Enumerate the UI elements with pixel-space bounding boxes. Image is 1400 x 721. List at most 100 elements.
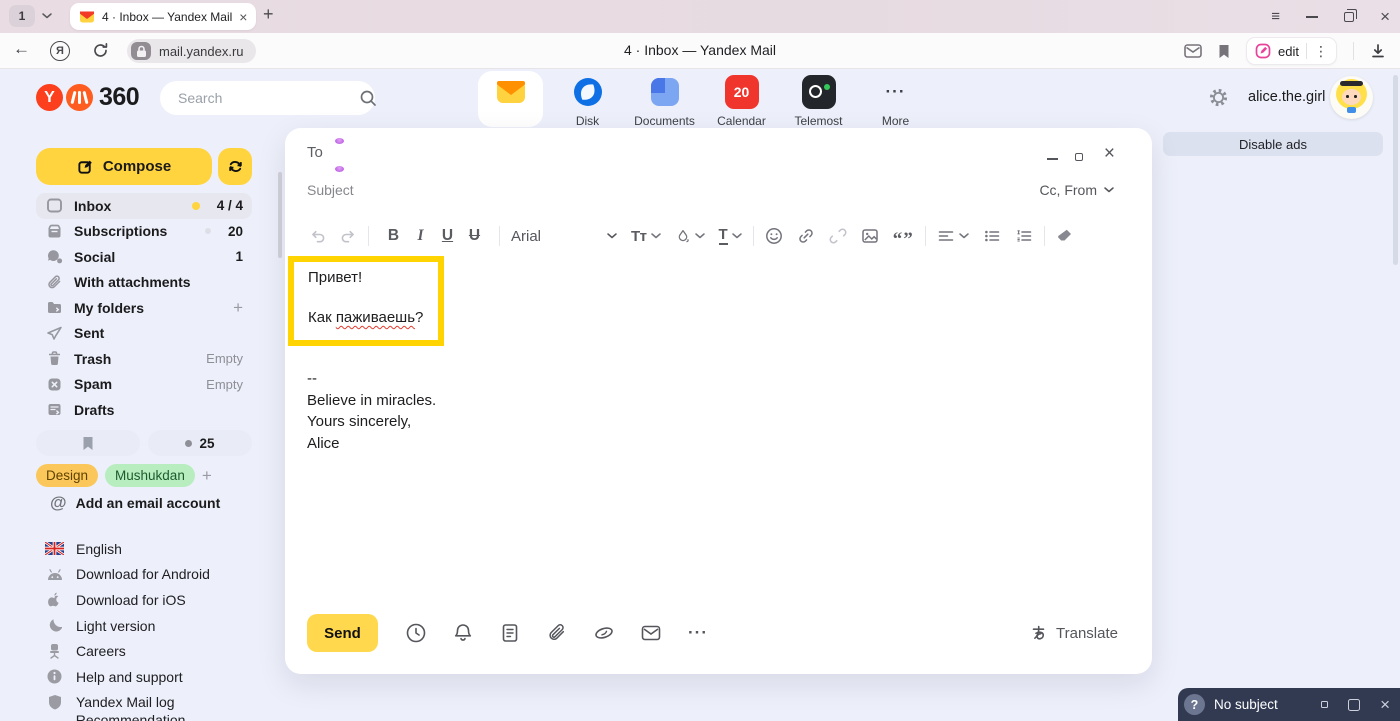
- compose-maximize-icon[interactable]: [1075, 153, 1083, 161]
- compose-button[interactable]: Compose: [36, 148, 212, 185]
- search-input[interactable]: [178, 90, 359, 106]
- search-icon[interactable]: [359, 89, 377, 107]
- sidebar-item-sent[interactable]: Sent: [36, 321, 252, 347]
- disable-ads-button[interactable]: Disable ads: [1163, 132, 1383, 156]
- link-careers[interactable]: Careers: [36, 638, 252, 664]
- window-minimize-icon[interactable]: [1306, 16, 1318, 18]
- address-bar[interactable]: mail.yandex.ru: [127, 39, 256, 63]
- unread-filter[interactable]: 25: [148, 430, 252, 456]
- attach-from-mail-icon[interactable]: [639, 621, 663, 645]
- back-button-icon[interactable]: ←: [13, 39, 30, 59]
- misspelled-word[interactable]: паживаешь: [336, 309, 415, 326]
- browser-tab[interactable]: 4 · Inbox — Yandex Mail ×: [70, 3, 256, 30]
- new-tab-button[interactable]: +: [263, 4, 274, 25]
- signature-block[interactable]: -- Believe in miracles. Yours sincerely,…: [307, 368, 436, 454]
- draft-restore-small-icon[interactable]: [1321, 701, 1328, 708]
- yandex360-logo[interactable]: Y 360: [36, 83, 139, 112]
- app-tab-more[interactable]: ··· More: [857, 71, 934, 128]
- bold-button[interactable]: B: [380, 227, 407, 245]
- redo-icon[interactable]: [339, 223, 357, 249]
- window-restore-icon[interactable]: [1344, 12, 1354, 22]
- downloads-icon[interactable]: [1370, 43, 1386, 59]
- browser-menu-icon[interactable]: ≡: [1271, 8, 1280, 25]
- minimized-draft-popup[interactable]: ? No subject ×: [1178, 688, 1400, 721]
- search-bar[interactable]: [160, 81, 375, 115]
- edit-extension-button[interactable]: edit ⋮: [1246, 37, 1337, 65]
- mail-shortcut-icon[interactable]: [1184, 44, 1202, 58]
- notify-bell-icon[interactable]: [451, 621, 475, 645]
- compose-minimize-icon[interactable]: [1047, 158, 1058, 160]
- app-tab-mail[interactable]: Mail: [472, 71, 549, 128]
- numbered-list-button[interactable]: [1015, 223, 1033, 249]
- app-tab-telemost[interactable]: Telemost: [780, 71, 857, 128]
- sidebar-item-trash[interactable]: Trash Empty: [36, 346, 252, 372]
- sidebar-scrollbar[interactable]: [278, 172, 282, 258]
- schedule-clock-icon[interactable]: [404, 621, 428, 645]
- sidebar-item-attachments[interactable]: With attachments: [36, 270, 252, 296]
- username[interactable]: alice.the.girl: [1248, 89, 1325, 105]
- more-options-icon[interactable]: ···: [686, 621, 710, 645]
- draft-close-icon[interactable]: ×: [1380, 696, 1390, 713]
- link-download-android[interactable]: Download for Android: [36, 562, 252, 588]
- template-icon[interactable]: [498, 621, 522, 645]
- link-help-support[interactable]: Help and support: [36, 664, 252, 690]
- link-language[interactable]: English: [36, 536, 252, 562]
- font-family-dropdown[interactable]: Arial: [511, 228, 617, 245]
- link-light-version[interactable]: Light version: [36, 613, 252, 639]
- tabs-dropdown-chevron-icon[interactable]: [42, 13, 52, 19]
- clear-formatting-eraser-button[interactable]: [1056, 223, 1074, 249]
- link-download-ios[interactable]: Download for iOS: [36, 587, 252, 613]
- app-tab-documents[interactable]: Documents: [626, 71, 703, 128]
- tag-design[interactable]: Design: [36, 464, 98, 487]
- undo-icon[interactable]: [309, 223, 327, 249]
- message-body-highlight[interactable]: Привет! Как паживаешь?: [288, 256, 444, 346]
- tab-counter-badge[interactable]: 1: [9, 5, 35, 27]
- remove-link-button[interactable]: [829, 223, 847, 249]
- settings-gear-icon[interactable]: [1208, 87, 1229, 108]
- emoji-button[interactable]: [765, 223, 783, 249]
- edit-kebab-icon[interactable]: ⋮: [1314, 43, 1328, 60]
- send-button[interactable]: Send: [307, 614, 378, 652]
- font-size-dropdown[interactable]: Tт: [631, 223, 661, 249]
- body-line-1[interactable]: Привет!: [308, 269, 438, 286]
- fill-color-dropdown[interactable]: [675, 223, 705, 249]
- tab-close-icon[interactable]: ×: [239, 10, 247, 24]
- italic-button[interactable]: I: [407, 227, 434, 245]
- refresh-button[interactable]: [218, 148, 252, 185]
- text-color-dropdown[interactable]: T: [719, 223, 742, 249]
- add-folder-icon[interactable]: +: [233, 298, 243, 318]
- translate-button[interactable]: Translate: [1029, 624, 1118, 643]
- cc-from-toggle[interactable]: Cc, From: [1039, 182, 1114, 198]
- body-line-2[interactable]: Как паживаешь?: [308, 309, 438, 326]
- add-email-account[interactable]: @ Add an email account: [50, 493, 220, 513]
- bookmark-icon[interactable]: [1218, 44, 1230, 59]
- insert-link-button[interactable]: [797, 223, 815, 249]
- yandex-browser-icon[interactable]: Я: [50, 41, 70, 61]
- sidebar-item-drafts[interactable]: Drafts: [36, 397, 252, 423]
- bullet-list-button[interactable]: [983, 223, 1001, 249]
- subject-field-label[interactable]: Subject: [307, 182, 354, 198]
- page-scrollbar[interactable]: [1393, 75, 1398, 265]
- underline-button[interactable]: U: [434, 227, 461, 245]
- app-tab-calendar[interactable]: 20 Calendar: [703, 71, 780, 128]
- attach-from-disk-icon[interactable]: [592, 621, 616, 645]
- avatar[interactable]: [1330, 76, 1373, 119]
- reload-icon[interactable]: [92, 42, 109, 59]
- lock-icon[interactable]: [131, 42, 151, 60]
- attach-file-icon[interactable]: [545, 621, 569, 645]
- sidebar-item-spam[interactable]: Spam Empty: [36, 372, 252, 398]
- draft-maximize-icon[interactable]: [1348, 699, 1360, 711]
- link-recommendation-algorithms[interactable]: Recommendation Algorithms: [36, 715, 252, 721]
- sidebar-item-subscriptions[interactable]: Subscriptions 20: [36, 219, 252, 245]
- strikethrough-button[interactable]: U: [461, 227, 488, 245]
- add-tag-icon[interactable]: +: [202, 466, 212, 486]
- sidebar-item-inbox[interactable]: Inbox 4 / 4: [36, 193, 252, 219]
- blockquote-button[interactable]: “”: [893, 223, 914, 249]
- sidebar-item-social[interactable]: Social 1: [36, 244, 252, 270]
- tag-mushukdan[interactable]: Mushukdan: [105, 464, 195, 487]
- sidebar-item-my-folders[interactable]: My folders +: [36, 295, 252, 321]
- compose-close-icon[interactable]: ×: [1104, 144, 1115, 163]
- app-tab-disk[interactable]: Disk: [549, 71, 626, 128]
- align-dropdown[interactable]: [937, 223, 969, 249]
- saved-bookmark-filter[interactable]: [36, 430, 140, 456]
